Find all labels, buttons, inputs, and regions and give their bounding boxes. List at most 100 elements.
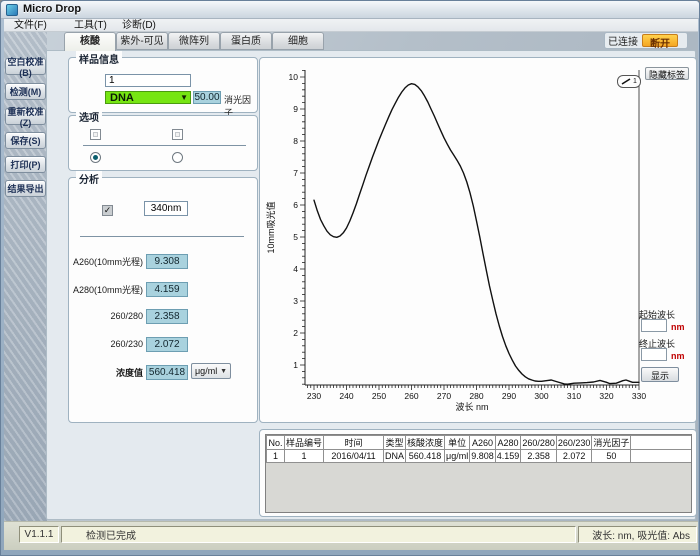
table-header-cell: 260/230 <box>556 436 592 450</box>
show-button[interactable]: 显示 <box>641 367 679 382</box>
tab-3[interactable]: 微阵列 <box>168 32 220 50</box>
svg-text:230: 230 <box>307 391 321 401</box>
tab-1[interactable]: 核酸 <box>64 32 116 51</box>
results-table-wrap[interactable]: No.样品编号时间类型核酸浓度单位A260A280260/280260/230消… <box>265 434 692 513</box>
analysis-row-label: A280(10mm光程) <box>73 283 143 296</box>
sidebar-button-4[interactable]: 保存(S) <box>5 132 46 149</box>
svg-text:250: 250 <box>372 391 386 401</box>
tab-4[interactable]: 蛋白质 <box>220 32 272 50</box>
table-cell: 2.072 <box>556 450 592 463</box>
svg-text:330: 330 <box>632 391 646 401</box>
analysis-row-label: 260/280 <box>110 311 143 321</box>
connection-status: 已连接 <box>608 33 638 48</box>
svg-text:270: 270 <box>437 391 451 401</box>
app-window: Micro Drop 文件(F) 工具(T) 诊断(D) 空白校准(B) 检测(M) 重… <box>0 0 700 556</box>
analysis-row: A260(10mm光程)9.308 <box>69 253 188 269</box>
analysis-row: A280(10mm光程)4.159 <box>69 281 188 297</box>
table-cell: 2.358 <box>521 450 557 463</box>
analysis-group-label: 分析 <box>76 171 102 186</box>
app-icon <box>6 4 18 16</box>
menu-item-3[interactable]: 诊断(D) <box>119 19 159 32</box>
concentration-row: 浓度值 560.418 <box>69 364 188 380</box>
svg-text:10: 10 <box>289 72 299 82</box>
tab-2[interactable]: 紫外-可见 <box>116 32 168 50</box>
wavelength-input[interactable] <box>144 201 188 216</box>
svg-text:4: 4 <box>293 264 298 274</box>
svg-text:240: 240 <box>339 391 353 401</box>
svg-text:2: 2 <box>293 328 298 338</box>
option-radio-1[interactable] <box>90 152 101 163</box>
table-header-cell: No. <box>267 436 285 450</box>
unit-select[interactable]: μg/ml ▼ <box>191 363 231 379</box>
measure-info-panel: 波长: nm, 吸光值: Abs <box>578 526 697 543</box>
svg-text:10mm吸光值: 10mm吸光值 <box>265 201 276 253</box>
sidebar-button-2[interactable]: 检测(M) <box>5 83 46 100</box>
svg-text:7: 7 <box>293 168 298 178</box>
analysis-group: 分析 ✓ A260(10mm光程)9.308A280(10mm光程)4.1592… <box>68 177 258 423</box>
analysis-divider <box>80 236 244 237</box>
chevron-down-icon: ▼ <box>220 368 227 375</box>
table-cell: DNA <box>384 450 406 463</box>
table-header-cell: A280 <box>495 436 521 450</box>
sample-info-group: 样品信息 DNA ▼ 50.00 消光因子 <box>68 57 258 113</box>
table-cell: 2016/04/11 <box>324 450 384 463</box>
table-cell: 560.418 <box>406 450 445 463</box>
sample-id-input[interactable] <box>105 74 191 87</box>
options-group: 选项 <box>68 115 258 171</box>
svg-text:5: 5 <box>293 232 298 242</box>
table-header-cell: 类型 <box>384 436 406 450</box>
legend-series-label: 1 <box>633 78 637 85</box>
svg-text:波长 nm: 波长 nm <box>455 401 488 412</box>
end-wavelength-input[interactable] <box>641 348 667 361</box>
end-nm-unit: nm <box>671 351 685 361</box>
status-bar: V1.1.1 检测已完成 波长: nm, 吸光值: Abs <box>4 521 698 550</box>
table-cell: 4.159 <box>495 450 521 463</box>
analysis-row: 260/2802.358 <box>69 308 188 324</box>
start-wavelength-input[interactable] <box>641 319 667 332</box>
menu-item-2[interactable]: 工具(T) <box>71 19 110 32</box>
sidebar-button-3[interactable]: 重新校准(Z) <box>5 108 46 125</box>
title-bar[interactable]: Micro Drop <box>1 1 700 19</box>
analysis-row-label: 260/230 <box>110 339 143 349</box>
sidebar-button-1[interactable]: 空白校准(B) <box>5 58 46 75</box>
client-area: 空白校准(B) 检测(M) 重新校准(Z) 保存(S) 打印(P) 结果导出 核酸紫外-可… <box>4 32 698 521</box>
results-table: No.样品编号时间类型核酸浓度单位A260A280260/280260/230消… <box>266 435 692 463</box>
tab-5[interactable]: 细胞 <box>272 32 324 50</box>
svg-text:290: 290 <box>502 391 516 401</box>
table-cell: 1 <box>267 450 285 463</box>
version-panel: V1.1.1 <box>19 526 59 543</box>
table-cell: 50 <box>592 450 631 463</box>
concentration-label: 浓度值 <box>116 366 143 379</box>
options-group-label: 选项 <box>76 109 102 124</box>
analysis-row-value: 2.072 <box>146 337 188 352</box>
hide-labels-button[interactable]: 隐藏标签 <box>645 67 689 80</box>
start-nm-unit: nm <box>671 322 685 332</box>
options-divider <box>83 145 246 146</box>
table-header-cell: 核酸浓度 <box>406 436 445 450</box>
sidebar-button-6[interactable]: 结果导出 <box>5 180 46 197</box>
menu-bar: 文件(F) 工具(T) 诊断(D) <box>4 19 698 32</box>
svg-text:6: 6 <box>293 200 298 210</box>
svg-text:320: 320 <box>599 391 613 401</box>
legend-chip[interactable]: 1 <box>617 75 641 88</box>
connection-panel: 已连接 断开 <box>604 32 688 49</box>
svg-text:280: 280 <box>469 391 483 401</box>
analysis-row-value: 4.159 <box>146 282 188 297</box>
option-checkbox-1[interactable] <box>90 129 101 140</box>
disconnect-button[interactable]: 断开 <box>642 34 678 47</box>
table-cell: 1 <box>285 450 324 463</box>
menu-item-1[interactable]: 文件(F) <box>11 19 50 32</box>
option-radio-2[interactable] <box>172 152 183 163</box>
table-header-cell: 单位 <box>445 436 470 450</box>
table-row[interactable]: 112016/04/11DNA560.418μg/ml9.8084.1592.3… <box>267 450 693 463</box>
svg-text:8: 8 <box>293 136 298 146</box>
window-title: Micro Drop <box>23 3 81 15</box>
sample-type-select[interactable]: DNA ▼ <box>105 91 191 104</box>
option-checkbox-2[interactable] <box>172 129 183 140</box>
concentration-value: 560.418 <box>146 365 188 380</box>
table-header-cell: 消光因子 <box>592 436 631 450</box>
wavelength-checkbox[interactable]: ✓ <box>102 205 113 216</box>
table-header-cell: 时间 <box>324 436 384 450</box>
sidebar-button-5[interactable]: 打印(P) <box>5 156 46 173</box>
unit-value: μg/ml <box>195 366 217 376</box>
